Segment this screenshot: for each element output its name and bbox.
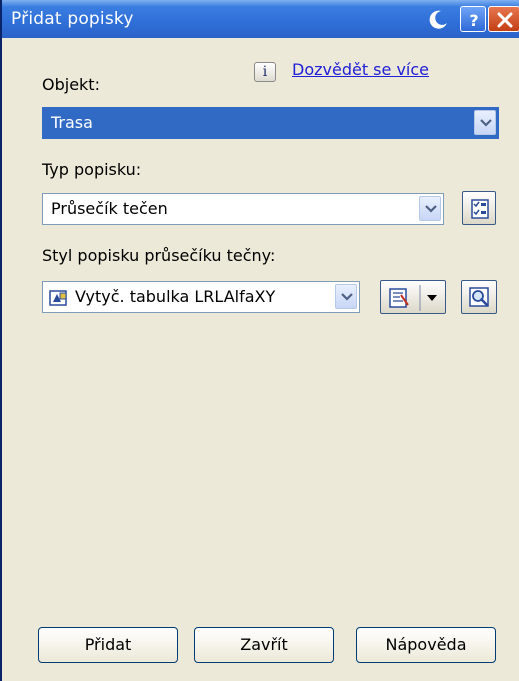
close-title-button[interactable] xyxy=(488,6,519,32)
checklist-icon xyxy=(471,199,489,219)
add-button[interactable]: Přidat xyxy=(38,627,178,663)
label-style-combobox[interactable]: Vytyč. tabulka LRLAlfaXY xyxy=(42,281,360,313)
label-style-dropdown-arrow[interactable] xyxy=(335,284,357,309)
learn-more-link[interactable]: Dozvědět se více xyxy=(292,60,429,79)
info-icon: i xyxy=(254,62,276,82)
style-edit-icon xyxy=(389,285,437,311)
object-dropdown-arrow[interactable] xyxy=(474,110,496,135)
chevron-down-icon xyxy=(341,293,353,301)
moon-icon[interactable] xyxy=(426,8,450,32)
help-icon: ? xyxy=(469,11,478,30)
label-type-dropdown-arrow[interactable] xyxy=(419,196,441,221)
close-icon xyxy=(497,12,513,28)
style-edit-button[interactable] xyxy=(380,280,446,314)
close-button[interactable]: Zavřít xyxy=(194,627,334,663)
label-type-edit-button[interactable] xyxy=(462,191,496,225)
object-combobox[interactable]: Trasa xyxy=(42,107,499,139)
label-style-label: Styl popisku průsečíku tečny: xyxy=(42,246,276,265)
add-labels-dialog: Přidat popisky ? Objekt: i Dozvědět se v… xyxy=(0,0,519,681)
label-type-combobox[interactable]: Průsečík tečen xyxy=(42,193,444,225)
title-bar: Přidat popisky ? xyxy=(2,0,519,38)
label-style-icon xyxy=(49,290,67,306)
label-style-value: Vytyč. tabulka LRLAlfaXY xyxy=(75,287,276,306)
chevron-down-icon xyxy=(425,205,437,213)
label-type-label: Typ popisku: xyxy=(42,160,142,179)
magnifier-icon xyxy=(469,287,489,307)
chevron-down-icon xyxy=(480,119,492,127)
window-title: Přidat popisky xyxy=(11,9,134,29)
help-title-button[interactable]: ? xyxy=(460,6,486,32)
help-button[interactable]: Nápověda xyxy=(356,627,496,663)
label-type-value: Průsečík tečen xyxy=(51,199,168,218)
svg-text:?: ? xyxy=(469,11,478,30)
object-value: Trasa xyxy=(51,113,93,132)
style-preview-button[interactable] xyxy=(461,280,497,314)
object-label: Objekt: xyxy=(42,75,100,94)
